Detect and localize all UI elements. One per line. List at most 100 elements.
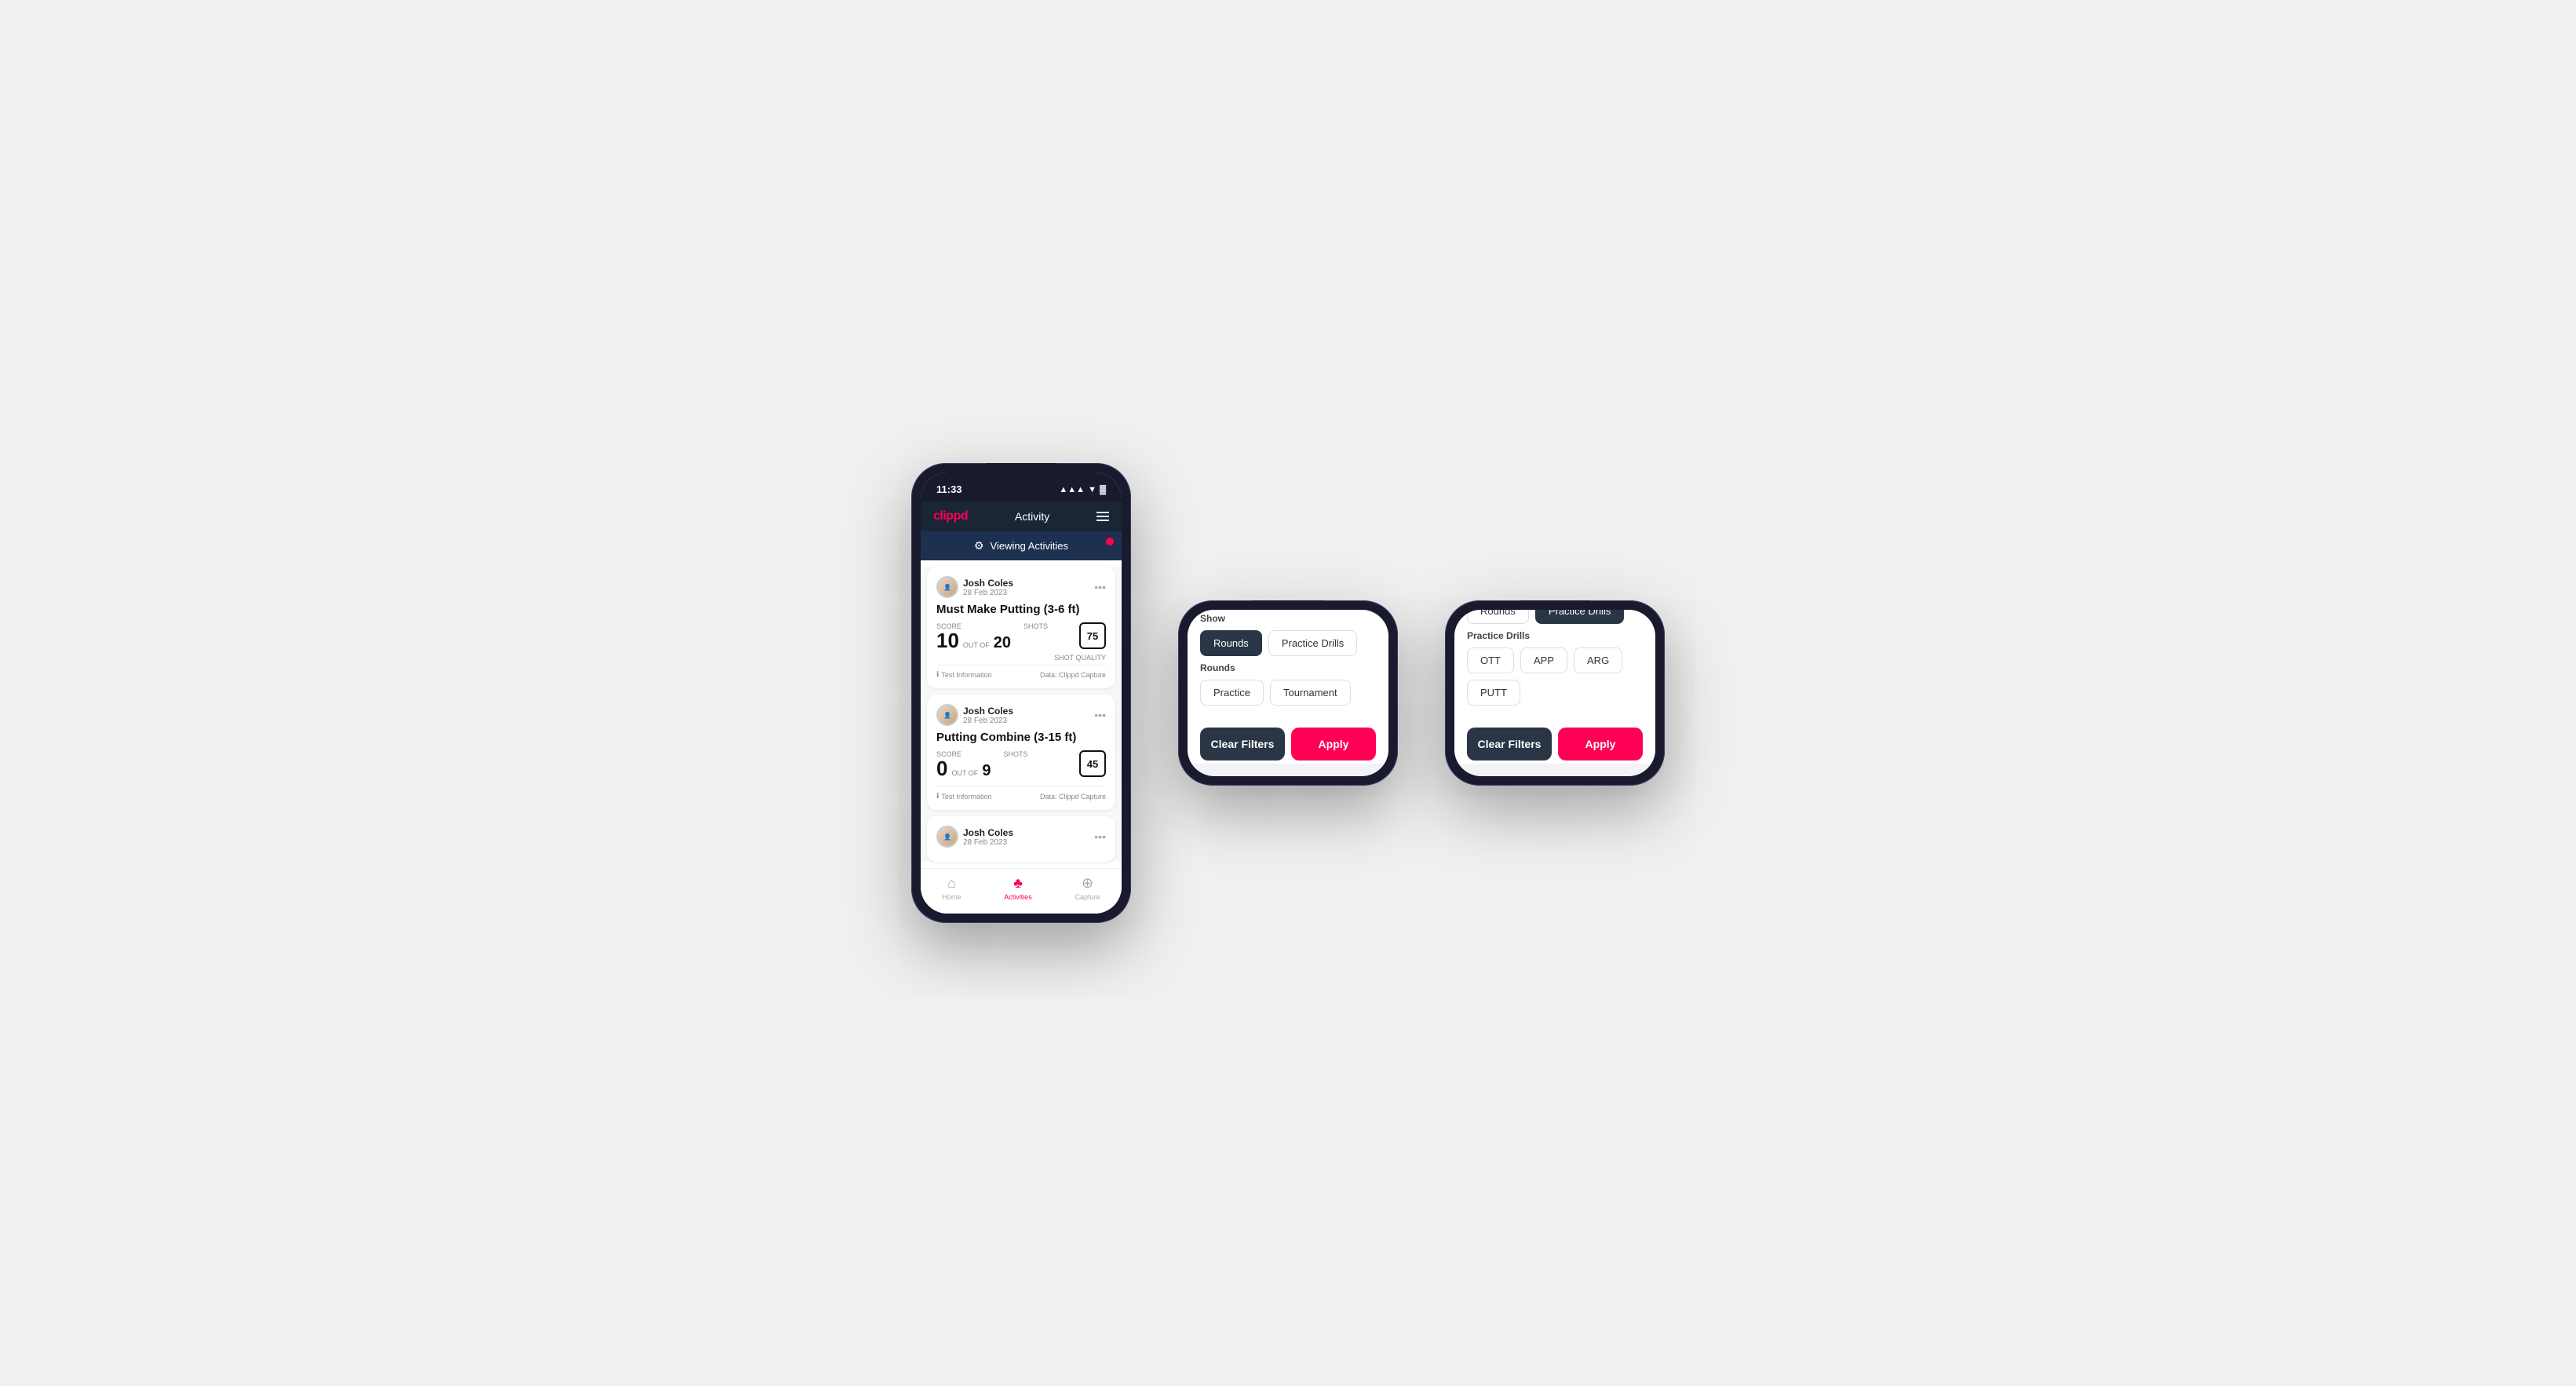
user-info-3: Josh Coles 28 Feb 2023 bbox=[963, 827, 1013, 847]
card-header-3: 👤 Josh Coles 28 Feb 2023 ••• bbox=[936, 826, 1106, 848]
user-date-2: 28 Feb 2023 bbox=[963, 717, 1013, 725]
notch bbox=[986, 463, 1056, 483]
status-icons-1: ▲▲▲ ▼ ▓ bbox=[1059, 485, 1106, 494]
avatar-1: 👤 bbox=[936, 576, 958, 598]
filter-banner-text-1: Viewing Activities bbox=[991, 540, 1068, 552]
home-icon-1: ⌂ bbox=[947, 875, 956, 892]
card-header-2: 👤 Josh Coles 28 Feb 2023 ••• bbox=[936, 704, 1106, 726]
footer-info-2: ℹ Test Information bbox=[936, 792, 991, 801]
practice-drills-btn-2[interactable]: Practice Drills bbox=[1268, 630, 1357, 656]
modal-body-2: Show Rounds Practice Drills Rounds Pract… bbox=[1188, 610, 1388, 718]
shots-value-2: 9 bbox=[982, 762, 991, 780]
filter-modal-2: Filter ✕ Show Rounds Practice Drills Rou… bbox=[1188, 610, 1388, 776]
nav-item-activities-1[interactable]: ♣ Activities bbox=[1004, 875, 1032, 901]
modal-body-3: Show Rounds Practice Drills Practice Dri… bbox=[1454, 610, 1655, 718]
drills-btn-row-3: OTT APP ARG PUTT bbox=[1467, 647, 1643, 706]
nav-item-capture-1[interactable]: ⊕ Capture bbox=[1075, 875, 1100, 901]
nav-title-1: Activity bbox=[1015, 510, 1049, 523]
status-time-1: 11:33 bbox=[936, 483, 962, 495]
phone-activities: 11:33 ▲▲▲ ▼ ▓ clippd Activity ⚙ Viewing bbox=[911, 463, 1131, 923]
user-date-3: 28 Feb 2023 bbox=[963, 838, 1013, 847]
user-name-3: Josh Coles bbox=[963, 827, 1013, 838]
footer-data-2: Data: Clippd Capture bbox=[1040, 793, 1106, 801]
rounds-label-2: Rounds bbox=[1200, 662, 1376, 673]
practice-drills-label-3: Practice Drills bbox=[1467, 630, 1643, 641]
show-btn-row-2: Rounds Practice Drills bbox=[1200, 630, 1376, 656]
rounds-btn-2[interactable]: Rounds bbox=[1200, 630, 1262, 656]
practice-round-btn-2[interactable]: Practice bbox=[1200, 680, 1264, 706]
card-footer-2: ℹ Test Information Data: Clippd Capture bbox=[936, 786, 1106, 801]
activity-card-3: 👤 Josh Coles 28 Feb 2023 ••• bbox=[927, 816, 1115, 862]
phone-screen-2: 11:33 ▲▲▲ ▼ ▓ clippd Activity ⚙ Viewing bbox=[1188, 610, 1388, 776]
outof-1: OUT OF bbox=[963, 641, 990, 649]
hamburger-icon-1[interactable] bbox=[1096, 512, 1109, 521]
more-dots-2[interactable]: ••• bbox=[1094, 709, 1106, 721]
filter-dot-1 bbox=[1106, 538, 1114, 545]
signal-icon: ▲▲▲ bbox=[1059, 485, 1085, 494]
nav-label-capture-1: Capture bbox=[1075, 893, 1100, 901]
activities-icon-1: ♣ bbox=[1013, 875, 1023, 892]
user-info-1: Josh Coles 28 Feb 2023 bbox=[963, 578, 1013, 597]
ott-btn-3[interactable]: OTT bbox=[1467, 647, 1514, 673]
card-user-3: 👤 Josh Coles 28 Feb 2023 bbox=[936, 826, 1013, 848]
activity-card-2: 👤 Josh Coles 28 Feb 2023 ••• Putting Com… bbox=[927, 695, 1115, 810]
shots-value-1: 20 bbox=[994, 634, 1011, 652]
outof-2: OUT OF bbox=[951, 769, 978, 777]
footer-data-1: Data: Clippd Capture bbox=[1040, 671, 1106, 679]
info-icon-2: ℹ bbox=[936, 792, 939, 801]
phone-screen-1: 11:33 ▲▲▲ ▼ ▓ clippd Activity ⚙ Viewing bbox=[921, 472, 1122, 914]
card-user-2: 👤 Josh Coles 28 Feb 2023 bbox=[936, 704, 1013, 726]
nav-label-activities-1: Activities bbox=[1004, 893, 1032, 901]
nav-bar-1: clippd Activity bbox=[921, 502, 1122, 531]
shot-quality-2: 45 bbox=[1079, 750, 1106, 777]
more-dots-1[interactable]: ••• bbox=[1094, 581, 1106, 593]
user-info-2: Josh Coles 28 Feb 2023 bbox=[963, 706, 1013, 725]
filter-modal-3: Filter ✕ Show Rounds Practice Drills Pra… bbox=[1454, 610, 1655, 776]
card-header-1: 👤 Josh Coles 28 Feb 2023 ••• bbox=[936, 576, 1106, 598]
app-btn-3[interactable]: APP bbox=[1520, 647, 1567, 673]
scene: 11:33 ▲▲▲ ▼ ▓ clippd Activity ⚙ Viewing bbox=[864, 416, 1712, 970]
card-footer-1: ℹ Test Information Data: Clippd Capture bbox=[936, 665, 1106, 679]
shot-quality-1: 75 bbox=[1079, 622, 1106, 649]
bottom-nav-1: ⌂ Home ♣ Activities ⊕ Capture bbox=[921, 868, 1122, 914]
arg-btn-3[interactable]: ARG bbox=[1574, 647, 1622, 673]
practice-drills-btn-3[interactable]: Practice Drills bbox=[1535, 610, 1624, 624]
avatar-3: 👤 bbox=[936, 826, 958, 848]
phone-screen-3: 11:33 ▲▲▲ ▼ ▓ clippd Activity ⚙ Viewing bbox=[1454, 610, 1655, 776]
footer-info-text-1: Test Information bbox=[941, 671, 991, 679]
clear-filters-btn-3[interactable]: Clear Filters bbox=[1467, 728, 1552, 760]
info-icon-1: ℹ bbox=[936, 670, 939, 679]
nav-label-home-1: Home bbox=[942, 893, 961, 901]
shots-label-2: Shots bbox=[1003, 750, 1027, 758]
filter-banner-1[interactable]: ⚙ Viewing Activities bbox=[921, 531, 1122, 560]
battery-icon: ▓ bbox=[1100, 485, 1106, 494]
nav-logo-1: clippd bbox=[933, 509, 968, 523]
score-value-1: 10 bbox=[936, 630, 959, 651]
card-title-2: Putting Combine (3-15 ft) bbox=[936, 731, 1106, 744]
sq-label-1: Shot Quality bbox=[936, 654, 1106, 662]
modal-footer-3: Clear Filters Apply bbox=[1454, 718, 1655, 764]
putt-btn-3[interactable]: PUTT bbox=[1467, 680, 1520, 706]
card-user-1: 👤 Josh Coles 28 Feb 2023 bbox=[936, 576, 1013, 598]
clear-filters-btn-2[interactable]: Clear Filters bbox=[1200, 728, 1285, 760]
wifi-icon: ▼ bbox=[1088, 485, 1096, 494]
footer-info-text-2: Test Information bbox=[941, 793, 991, 801]
rounds-btn-row-2: Practice Tournament bbox=[1200, 680, 1376, 706]
tournament-btn-2[interactable]: Tournament bbox=[1270, 680, 1351, 706]
footer-info-1: ℹ Test Information bbox=[936, 670, 991, 679]
apply-btn-3[interactable]: Apply bbox=[1558, 728, 1643, 760]
nav-item-home-1[interactable]: ⌂ Home bbox=[942, 875, 961, 901]
user-date-1: 28 Feb 2023 bbox=[963, 589, 1013, 597]
filter-icon-1: ⚙ bbox=[974, 539, 984, 553]
rounds-btn-3[interactable]: Rounds bbox=[1467, 610, 1529, 624]
activity-card-1: 👤 Josh Coles 28 Feb 2023 ••• Must Make P… bbox=[927, 567, 1115, 688]
shots-label-1: Shots bbox=[1023, 622, 1048, 630]
apply-btn-2[interactable]: Apply bbox=[1291, 728, 1376, 760]
card-title-1: Must Make Putting (3-6 ft) bbox=[936, 603, 1106, 616]
phone-filter-rounds: 11:33 ▲▲▲ ▼ ▓ clippd Activity ⚙ Viewing bbox=[1178, 600, 1398, 786]
show-btn-row-3: Rounds Practice Drills bbox=[1467, 610, 1643, 624]
more-dots-3[interactable]: ••• bbox=[1094, 830, 1106, 843]
phone-filter-drills: 11:33 ▲▲▲ ▼ ▓ clippd Activity ⚙ Viewing bbox=[1445, 600, 1665, 786]
user-name-1: Josh Coles bbox=[963, 578, 1013, 589]
show-label-2: Show bbox=[1200, 613, 1376, 624]
